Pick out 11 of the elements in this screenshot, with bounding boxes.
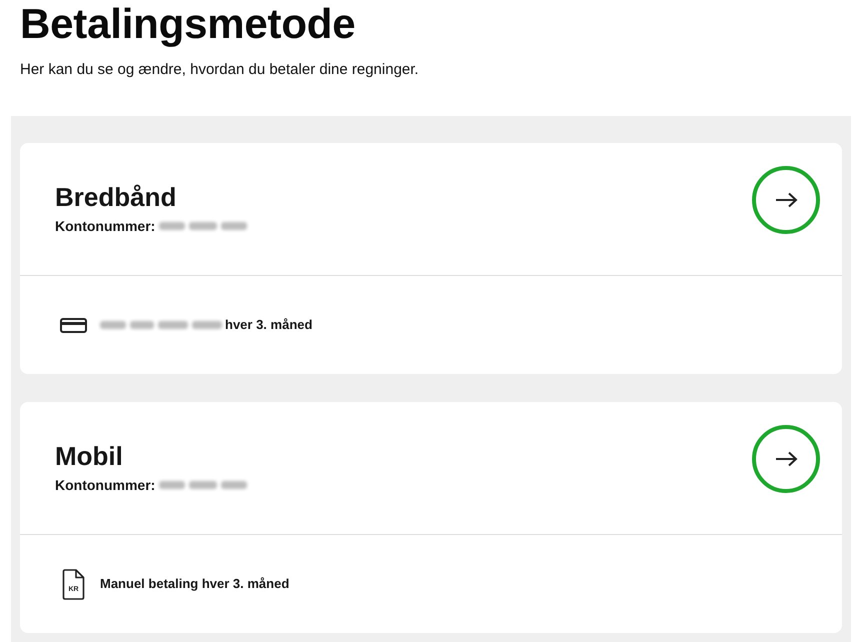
account-number-label: Kontonummer: bbox=[55, 476, 156, 494]
account-name: Bredbånd bbox=[55, 183, 176, 211]
page-title: Betalingsmetode bbox=[20, 0, 356, 48]
account-number-label: Kontonummer: bbox=[55, 217, 156, 235]
account-name: Mobil bbox=[55, 442, 123, 470]
arrow-right-icon bbox=[774, 451, 798, 467]
payment-method-text: Manuel betaling hver 3. måned bbox=[100, 576, 290, 592]
arrow-right-icon bbox=[774, 192, 798, 208]
credit-card-icon bbox=[60, 318, 86, 332]
page-subtitle: Her kan du se og ændre, hvordan du betaler dine regninger. bbox=[20, 60, 420, 80]
payment-method-text: hver 3. måned bbox=[225, 317, 312, 333]
